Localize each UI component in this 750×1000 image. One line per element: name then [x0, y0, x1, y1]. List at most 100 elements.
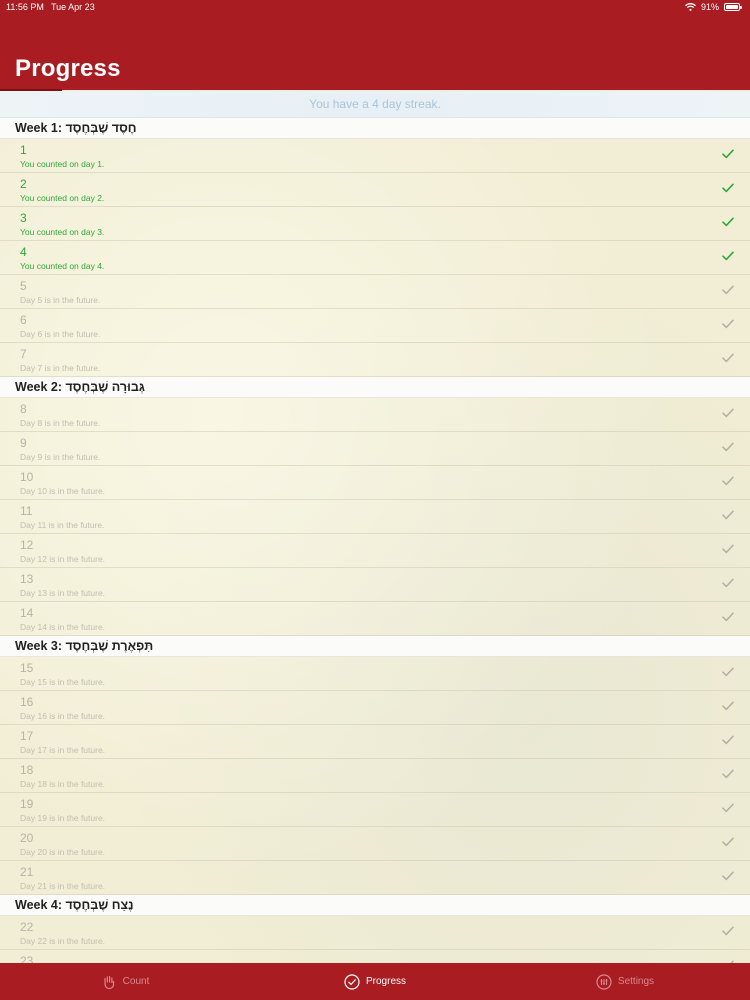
day-number: 18: [20, 763, 34, 777]
day-number: 19: [20, 797, 34, 811]
checkmark-icon: [722, 285, 736, 297]
day-row[interactable]: 12 Day 12 is in the future.: [0, 534, 750, 568]
checkmark-icon: [722, 578, 736, 590]
checkmark-icon: [722, 319, 736, 331]
day-number: 23: [20, 954, 34, 963]
day-status: Day 6 is in the future.: [20, 329, 101, 339]
day-status: Day 8 is in the future.: [20, 418, 101, 428]
day-status: Day 18 is in the future.: [20, 779, 106, 789]
checkmark-icon: [722, 871, 736, 883]
progress-list[interactable]: Week 1: חֶסֶד שֶׁבְּחֶסֶד 1 You counted on…: [0, 118, 750, 963]
day-number: 5: [20, 279, 27, 293]
day-status: You counted on day 3.: [20, 227, 105, 237]
status-time: 11:56 PM: [6, 2, 44, 12]
checkmark-icon: [722, 803, 736, 815]
day-number: 10: [20, 470, 34, 484]
day-status: Day 21 is in the future.: [20, 881, 106, 891]
day-row[interactable]: 21 Day 21 is in the future.: [0, 861, 750, 895]
day-number: 14: [20, 606, 34, 620]
tab-label: Settings: [617, 976, 655, 987]
day-row[interactable]: 18 Day 18 is in the future.: [0, 759, 750, 793]
day-row[interactable]: 9 Day 9 is in the future.: [0, 432, 750, 466]
day-row[interactable]: 17 Day 17 is in the future.: [0, 725, 750, 759]
hand-icon: [101, 974, 117, 990]
wifi-icon: [685, 3, 696, 11]
day-status: You counted on day 4.: [20, 261, 105, 271]
checkmark-icon: [722, 544, 736, 556]
checkmark-icon: [722, 701, 736, 713]
day-number: 9: [20, 436, 27, 450]
day-row[interactable]: 13 Day 13 is in the future.: [0, 568, 750, 602]
section-header-week-3: Week 3: תִּפְאֶרֶת שֶׁבְּחֶסֶד: [0, 636, 750, 657]
day-number: 17: [20, 729, 34, 743]
day-row[interactable]: 3 You counted on day 3.: [0, 207, 750, 241]
checkmark-icon: [722, 353, 736, 365]
day-row[interactable]: 15 Day 15 is in the future.: [0, 657, 750, 691]
day-status: Day 20 is in the future.: [20, 847, 106, 857]
day-row[interactable]: 4 You counted on day 4.: [0, 241, 750, 275]
section-header-week-2: Week 2: גְּבוּרָה שֶׁבְּחֶסֶד: [0, 377, 750, 398]
checkmark-icon: [722, 476, 736, 488]
day-row[interactable]: 7 Day 7 is in the future.: [0, 343, 750, 377]
day-number: 16: [20, 695, 34, 709]
day-row[interactable]: 20 Day 20 is in the future.: [0, 827, 750, 861]
day-row[interactable]: 2 You counted on day 2.: [0, 173, 750, 207]
day-row[interactable]: 1 You counted on day 1.: [0, 139, 750, 173]
page-title: Progress: [15, 55, 121, 82]
day-status: Day 7 is in the future.: [20, 363, 101, 373]
day-row[interactable]: 5 Day 5 is in the future.: [0, 275, 750, 309]
streak-banner: You have a 4 day streak.: [0, 91, 750, 118]
navigation-header: 11:56 PM Tue Apr 23 91% Progress: [0, 0, 750, 91]
checkmark-icon: [722, 667, 736, 679]
tab-label: Progress: [365, 976, 406, 987]
day-number: 13: [20, 572, 34, 586]
day-status: Day 16 is in the future.: [20, 711, 106, 721]
tab-settings[interactable]: Settings: [500, 963, 750, 1000]
checkmark-icon: [722, 769, 736, 781]
checkmark-icon: [722, 442, 736, 454]
checkmark-icon: [722, 735, 736, 747]
day-number: 2: [20, 177, 27, 191]
day-status: Day 5 is in the future.: [20, 295, 101, 305]
day-row[interactable]: 16 Day 16 is in the future.: [0, 691, 750, 725]
battery-icon: [724, 3, 742, 11]
checkmark-icon: [722, 837, 736, 849]
section-header-week-4: Week 4: נֶצַח שֶׁבְּחֶסֶד: [0, 895, 750, 916]
day-number: 22: [20, 920, 34, 934]
day-number: 12: [20, 538, 34, 552]
day-row[interactable]: 23Day 23 is in the future.: [0, 950, 750, 963]
checkmark-icon: [722, 612, 736, 624]
day-status: Day 12 is in the future.: [20, 554, 106, 564]
day-row[interactable]: 22 Day 22 is in the future.: [0, 916, 750, 950]
checkmark-icon: [722, 217, 736, 229]
day-row[interactable]: 19 Day 19 is in the future.: [0, 793, 750, 827]
status-date: Tue Apr 23: [51, 2, 95, 12]
section-header-week-1: Week 1: חֶסֶד שֶׁבְּחֶסֶד: [0, 118, 750, 139]
day-status: Day 14 is in the future.: [20, 622, 106, 632]
day-row[interactable]: 10 Day 10 is in the future.: [0, 466, 750, 500]
day-row[interactable]: 8 Day 8 is in the future.: [0, 398, 750, 432]
checkmark-icon: [722, 926, 736, 938]
day-status: You counted on day 2.: [20, 193, 105, 203]
tab-progress[interactable]: Progress: [250, 963, 500, 1000]
day-number: 1: [20, 143, 27, 157]
day-status: You counted on day 1.: [20, 159, 105, 169]
day-row[interactable]: 11 Day 11 is in the future.: [0, 500, 750, 534]
status-bar: 11:56 PM Tue Apr 23 91%: [0, 0, 750, 16]
checkmark-icon: [722, 251, 736, 263]
checkmark-icon: [722, 408, 736, 420]
day-status: Day 11 is in the future.: [20, 520, 105, 530]
day-row[interactable]: 6 Day 6 is in the future.: [0, 309, 750, 343]
checkmark-icon: [722, 149, 736, 161]
tab-count[interactable]: Count: [0, 963, 250, 1000]
tab-label: Count: [122, 976, 150, 987]
status-indicators: 91%: [685, 2, 742, 12]
day-number: 11: [20, 504, 33, 518]
day-number: 8: [20, 402, 27, 416]
day-status: Day 9 is in the future.: [20, 452, 101, 462]
checkmark-icon: [722, 510, 736, 522]
day-status: Day 22 is in the future.: [20, 936, 106, 946]
day-status: Day 10 is in the future.: [20, 486, 106, 496]
day-number: 4: [20, 245, 27, 259]
day-row[interactable]: 14 Day 14 is in the future.: [0, 602, 750, 636]
